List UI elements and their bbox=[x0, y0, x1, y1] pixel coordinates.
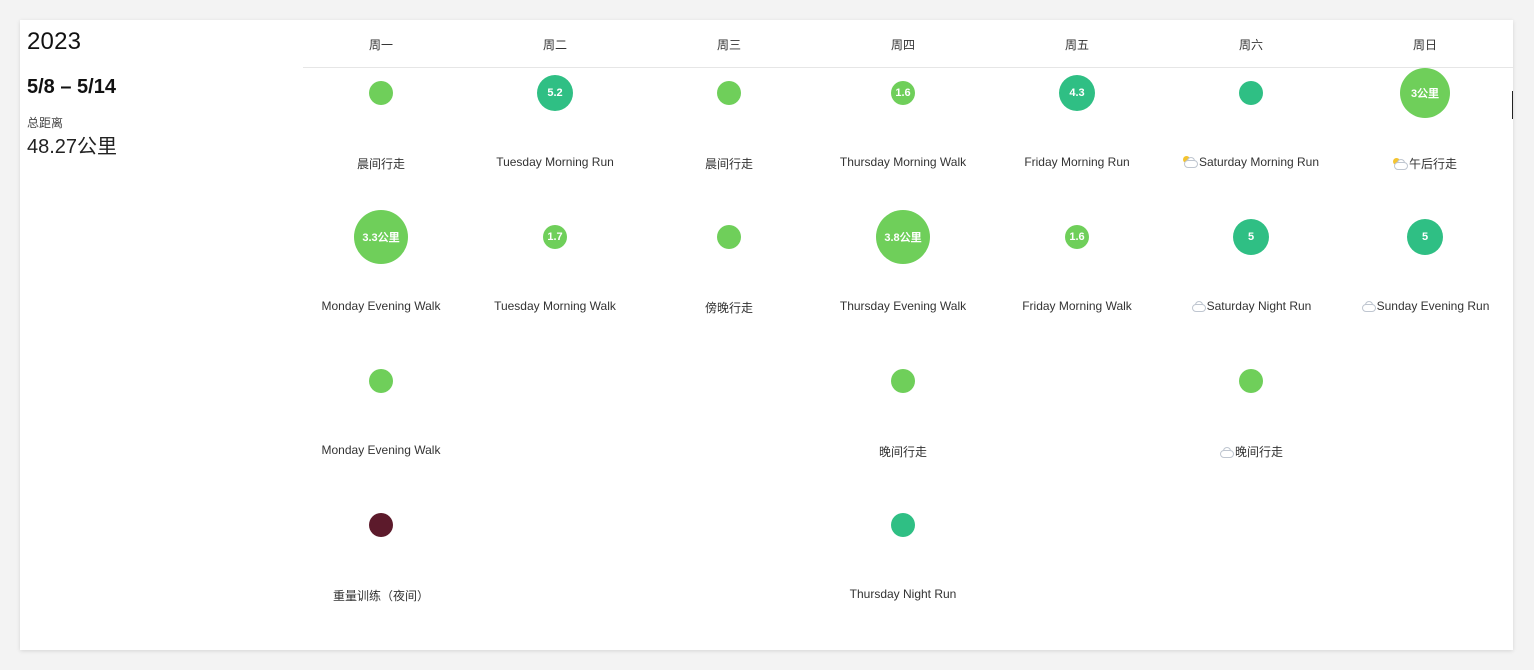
activity-item[interactable]: 5.2 Tuesday Morning Run bbox=[468, 57, 642, 197]
activity-distance-bubble[interactable] bbox=[891, 369, 915, 393]
activity-label[interactable]: Friday Morning Walk bbox=[980, 299, 1174, 313]
activity-label[interactable]: Monday Evening Walk bbox=[284, 299, 478, 313]
activity-distance-bubble[interactable] bbox=[1239, 81, 1263, 105]
year-title: 2023 bbox=[27, 28, 82, 55]
weekday-header: 周五 bbox=[1064, 38, 1089, 52]
total-distance-label: 总距离 bbox=[27, 116, 64, 130]
activity-item[interactable]: 3.8公里 Thursday Evening Walk bbox=[816, 201, 990, 341]
activity-title: 傍晚行走 bbox=[704, 301, 753, 315]
activity-distance-bubble[interactable]: 5 bbox=[1233, 219, 1269, 255]
activity-item[interactable]: Saturday Morning Run bbox=[1164, 57, 1338, 197]
activity-label[interactable]: Thursday Night Run bbox=[806, 587, 1000, 601]
cloud-icon bbox=[1191, 301, 1206, 312]
activity-distance-bubble[interactable]: 1.6 bbox=[1065, 225, 1089, 249]
activity-distance-bubble[interactable] bbox=[717, 225, 741, 249]
activity-item[interactable]: 3公里午后行走 bbox=[1338, 57, 1512, 197]
activity-distance-bubble[interactable]: 5.2 bbox=[537, 75, 573, 111]
activity-title: Thursday Night Run bbox=[849, 587, 957, 601]
activity-item[interactable]: 5 Saturday Night Run bbox=[1164, 201, 1338, 341]
activity-distance-bubble[interactable]: 3.8公里 bbox=[876, 210, 930, 264]
activity-title: Monday Evening Walk bbox=[321, 443, 441, 457]
activity-item[interactable]: Monday Evening Walk bbox=[294, 345, 468, 485]
weekday-header: 周日 bbox=[1412, 38, 1437, 52]
activity-distance-bubble[interactable] bbox=[891, 513, 915, 537]
activity-label[interactable]: 重量训练（夜间） bbox=[284, 587, 478, 604]
activity-title: Tuesday Morning Walk bbox=[494, 299, 616, 313]
activity-title: Saturday Morning Run bbox=[1198, 155, 1320, 169]
activity-distance-bubble[interactable]: 1.7 bbox=[543, 225, 567, 249]
weekday-header: 周四 bbox=[890, 38, 915, 52]
activity-label[interactable]: Friday Morning Run bbox=[980, 155, 1174, 169]
activity-label[interactable]: Tuesday Morning Walk bbox=[458, 299, 652, 313]
activity-distance-bubble[interactable]: 3公里 bbox=[1400, 68, 1450, 118]
activity-title: 晚间行走 bbox=[878, 445, 927, 459]
activity-title: 晨间行走 bbox=[704, 157, 753, 171]
text-cursor bbox=[1512, 91, 1513, 119]
activity-title: Thursday Evening Walk bbox=[839, 299, 967, 313]
activity-label[interactable]: 晚间行走 bbox=[1154, 443, 1348, 460]
activity-item[interactable]: 1.7 Tuesday Morning Walk bbox=[468, 201, 642, 341]
activity-label[interactable]: Saturday Night Run bbox=[1154, 299, 1348, 313]
activity-label[interactable]: 晨间行走 bbox=[284, 155, 478, 172]
activity-title: 晨间行走 bbox=[356, 157, 405, 171]
weekly-calendar-card: 2023 周一 周二 周三 周四 周五 周六 周日 5/8 – 5/14 总距离 48.27… bbox=[20, 20, 1513, 650]
activity-title: Thursday Morning Walk bbox=[839, 155, 967, 169]
activity-item[interactable]: 1.6 Thursday Morning Walk bbox=[816, 57, 990, 197]
activity-distance-bubble[interactable] bbox=[1239, 369, 1263, 393]
weekday-header: 周六 bbox=[1238, 38, 1263, 52]
activity-distance-bubble[interactable] bbox=[369, 81, 393, 105]
activity-label[interactable]: 晨间行走 bbox=[632, 155, 826, 172]
activity-item[interactable]: 重量训练（夜间） bbox=[294, 489, 468, 629]
activity-label[interactable]: Thursday Morning Walk bbox=[806, 155, 1000, 169]
activity-title: Monday Evening Walk bbox=[321, 299, 441, 313]
activity-distance-bubble[interactable]: 3.3公里 bbox=[354, 210, 408, 264]
activity-title: Friday Morning Run bbox=[1024, 155, 1130, 169]
total-distance-value: 48.27公里 bbox=[27, 136, 118, 158]
partly-sunny-icon bbox=[1182, 156, 1198, 168]
weekday-header: 周三 bbox=[716, 38, 741, 52]
activity-label[interactable]: Tuesday Morning Run bbox=[458, 155, 652, 169]
activity-label[interactable]: Sunday Evening Run bbox=[1328, 299, 1513, 313]
activity-label[interactable]: 晚间行走 bbox=[806, 443, 1000, 460]
activity-item[interactable]: 晚间行走 bbox=[1164, 345, 1338, 485]
activity-distance-bubble[interactable] bbox=[717, 81, 741, 105]
activity-item[interactable]: 3.3公里 Monday Evening Walk bbox=[294, 201, 468, 341]
cloud-icon bbox=[1219, 447, 1234, 458]
activity-item[interactable]: 1.6 Friday Morning Walk bbox=[990, 201, 1164, 341]
activity-label[interactable]: Saturday Morning Run bbox=[1154, 155, 1348, 169]
cloud-icon bbox=[1361, 301, 1376, 312]
activity-item[interactable]: 傍晚行走 bbox=[642, 201, 816, 341]
activity-item[interactable]: 晚间行走 bbox=[816, 345, 990, 485]
activity-distance-bubble[interactable]: 5 bbox=[1407, 219, 1443, 255]
week-range: 5/8 – 5/14 bbox=[27, 76, 116, 98]
activity-label[interactable]: Monday Evening Walk bbox=[284, 443, 478, 457]
activity-distance-bubble[interactable] bbox=[369, 369, 393, 393]
activity-label[interactable]: 午后行走 bbox=[1328, 155, 1513, 172]
activity-title: Friday Morning Walk bbox=[1022, 299, 1132, 313]
activity-item[interactable]: 5 Sunday Evening Run bbox=[1338, 201, 1512, 341]
activity-item[interactable]: 晨间行走 bbox=[294, 57, 468, 197]
activity-title: 晚间行走 bbox=[1234, 445, 1283, 459]
activity-label[interactable]: 傍晚行走 bbox=[632, 299, 826, 316]
activity-item[interactable]: 晨间行走 bbox=[642, 57, 816, 197]
activity-title: Saturday Night Run bbox=[1206, 299, 1312, 313]
activity-distance-bubble[interactable]: 4.3 bbox=[1059, 75, 1095, 111]
weekday-header: 周一 bbox=[368, 38, 393, 52]
activity-title: Sunday Evening Run bbox=[1376, 299, 1490, 313]
activity-distance-bubble[interactable]: 1.6 bbox=[891, 81, 915, 105]
activity-title: 重量训练（夜间） bbox=[332, 589, 429, 603]
activity-label[interactable]: Thursday Evening Walk bbox=[806, 299, 1000, 313]
partly-sunny-icon bbox=[1392, 158, 1408, 170]
activity-distance-bubble[interactable] bbox=[369, 513, 393, 537]
weekday-header: 周二 bbox=[542, 38, 567, 52]
activity-title: Tuesday Morning Run bbox=[496, 155, 614, 169]
activity-item[interactable]: Thursday Night Run bbox=[816, 489, 990, 629]
activity-item[interactable]: 4.3 Friday Morning Run bbox=[990, 57, 1164, 197]
activity-title: 午后行走 bbox=[1408, 157, 1457, 171]
